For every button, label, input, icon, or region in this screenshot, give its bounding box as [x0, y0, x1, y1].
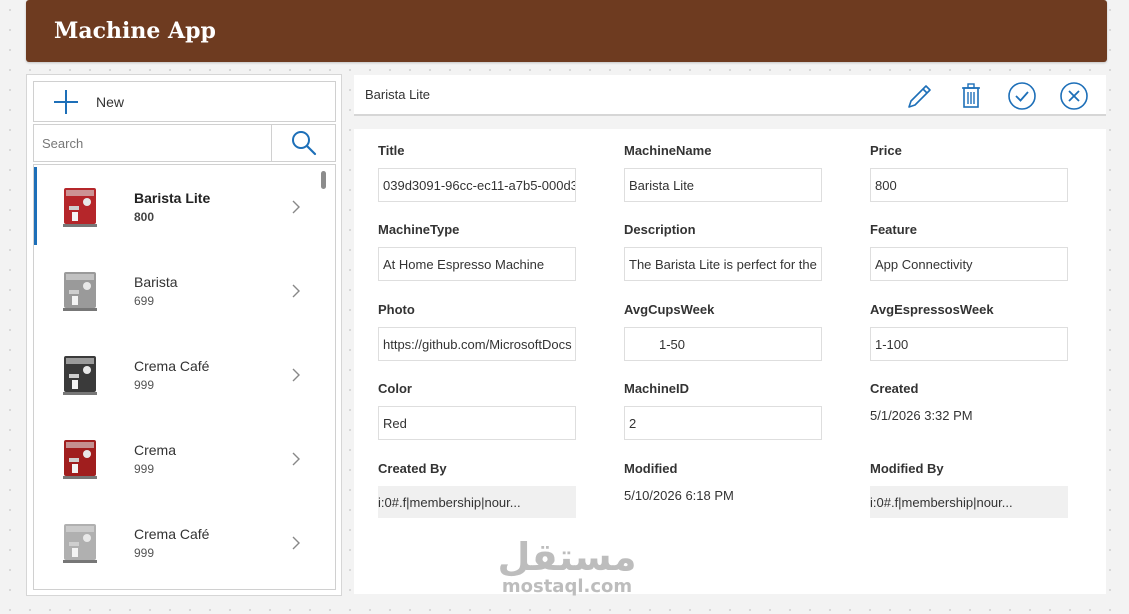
- new-button[interactable]: New: [33, 81, 336, 122]
- field-label: Modified By: [870, 461, 944, 476]
- field-modified: Modified 5/10/2026 6:18 PM: [624, 461, 824, 520]
- scrollbar-thumb[interactable]: [321, 171, 326, 189]
- field-machine-id: MachineID 2: [624, 381, 824, 440]
- list-item-title: Barista: [134, 274, 178, 290]
- list-item[interactable]: Barista Lite 800: [34, 165, 335, 249]
- field-label: MachineName: [624, 143, 712, 158]
- avg-espressos-week-input[interactable]: 1-100: [870, 327, 1068, 361]
- list-item-text: Crema Café 999: [134, 358, 294, 392]
- field-label: Created By: [378, 461, 447, 476]
- search-input[interactable]: [34, 125, 272, 161]
- field-label: Description: [624, 222, 696, 237]
- field-label: AvgCupsWeek: [624, 302, 715, 317]
- field-avg-espressos-week: AvgEspressosWeek 1-100: [870, 302, 1070, 361]
- field-label: Modified: [624, 461, 678, 476]
- list-item-text: Barista Lite 800: [134, 190, 294, 224]
- list-item-title: Crema Café: [134, 526, 210, 542]
- photo-input[interactable]: https://github.com/MicrosoftDocs: [378, 327, 576, 361]
- list-item[interactable]: Crema Café 999: [34, 501, 335, 585]
- field-created: Created 5/1/2026 3:32 PM: [870, 381, 1070, 440]
- edit-icon[interactable]: [904, 81, 934, 111]
- field-machine-name: MachineName Barista Lite: [624, 143, 824, 202]
- search-button[interactable]: [272, 125, 335, 161]
- list-item-price: 999: [134, 378, 155, 392]
- created-value: 5/1/2026 3:32 PM: [870, 408, 973, 423]
- feature-input[interactable]: App Connectivity: [870, 247, 1068, 281]
- machine-type-input[interactable]: At Home Espresso Machine: [378, 247, 576, 281]
- list-item[interactable]: Crema Café 999: [34, 333, 335, 417]
- check-icon[interactable]: [1007, 81, 1037, 111]
- list-item[interactable]: Crema 999: [34, 417, 335, 501]
- chevron-right-icon[interactable]: [290, 535, 302, 551]
- field-machine-type: MachineType At Home Espresso Machine: [378, 222, 578, 281]
- list-item-title: Crema: [134, 442, 177, 458]
- chevron-right-icon[interactable]: [290, 283, 302, 299]
- field-label: AvgEspressosWeek: [870, 302, 994, 317]
- field-label: Created: [870, 381, 919, 396]
- list-item-title: Barista Lite: [134, 190, 211, 206]
- list-item-price: 999: [134, 462, 155, 476]
- chevron-right-icon[interactable]: [290, 451, 302, 467]
- field-label: MachineType: [378, 222, 460, 237]
- color-input[interactable]: Red: [378, 406, 576, 440]
- list-item-price: 999: [134, 546, 155, 560]
- machine-form: Title 039d3091-96cc-ec11-a7b5-000d3a8e7c…: [354, 129, 1106, 594]
- machine-name-input[interactable]: Barista Lite: [624, 168, 822, 202]
- field-color: Color Red: [378, 381, 578, 440]
- field-avg-cups-week: AvgCupsWeek 1-50: [624, 302, 824, 361]
- search-bar: [33, 124, 336, 162]
- machine-gallery-panel: New Barista Lite 800 Barista 699 Crema Café 9…: [26, 74, 342, 596]
- watermark: مستقل mostaql.com: [497, 538, 637, 602]
- list-item-price: 699: [134, 294, 155, 308]
- detail-toolbar: Barista Lite: [354, 75, 1106, 116]
- watermark-latin: mostaql.com: [501, 576, 633, 597]
- field-photo: Photo https://github.com/MicrosoftDocs: [378, 302, 578, 361]
- field-title: Title 039d3091-96cc-ec11-a7b5-000d3a8e7c…: [378, 143, 578, 202]
- field-feature: Feature App Connectivity: [870, 222, 1070, 281]
- field-label: Price: [870, 143, 902, 158]
- field-label: Title: [378, 143, 405, 158]
- list-item-title: Crema Café: [134, 358, 210, 374]
- machine-photo: [63, 524, 97, 563]
- modified-by-value: i:0#.f|membership|nour...: [870, 486, 1068, 518]
- machine-photo: [63, 188, 97, 227]
- field-description: Description The Barista Lite is perfect …: [624, 222, 824, 281]
- list-item-text: Barista 699: [134, 274, 294, 308]
- field-label: MachineID: [624, 381, 690, 396]
- machine-photo: [63, 440, 97, 479]
- selection-indicator: [34, 167, 37, 245]
- field-price: Price 800: [870, 143, 1070, 202]
- search-icon: [291, 131, 316, 156]
- avg-cups-week-input[interactable]: 1-50: [624, 327, 822, 361]
- description-input[interactable]: The Barista Lite is perfect for the: [624, 247, 822, 281]
- chevron-right-icon[interactable]: [290, 367, 302, 383]
- list-item-text: Crema 999: [134, 442, 294, 476]
- close-icon[interactable]: [1059, 81, 1089, 111]
- field-label: Color: [378, 381, 412, 396]
- field-label: Feature: [870, 222, 917, 237]
- app-header: Machine App: [26, 0, 1107, 62]
- field-modified-by: Modified By i:0#.f|membership|nour...: [870, 461, 1070, 518]
- trash-icon[interactable]: [956, 81, 986, 111]
- field-created-by: Created By i:0#.f|membership|nour...: [378, 461, 578, 518]
- toolbar-title: Barista Lite: [365, 87, 431, 102]
- list-item-text: Crema Café 999: [134, 526, 294, 560]
- list-item[interactable]: Barista 699: [34, 249, 335, 333]
- machine-photo: [63, 356, 97, 395]
- watermark-arabic: مستقل: [497, 535, 637, 579]
- chevron-right-icon[interactable]: [290, 199, 302, 215]
- app-title: Machine App: [54, 18, 216, 44]
- machine-id-input[interactable]: 2: [624, 406, 822, 440]
- title-input[interactable]: 039d3091-96cc-ec11-a7b5-000d3a8e7c37: [378, 168, 576, 202]
- price-input[interactable]: 800: [870, 168, 1068, 202]
- modified-value: 5/10/2026 6:18 PM: [624, 488, 734, 503]
- machine-list[interactable]: Barista Lite 800 Barista 699 Crema Café 999 Cr…: [33, 164, 336, 590]
- machine-photo: [63, 272, 97, 311]
- created-by-value: i:0#.f|membership|nour...: [378, 486, 576, 518]
- new-button-label: New: [96, 93, 125, 110]
- plus-icon: [54, 89, 78, 114]
- list-item-price: 800: [134, 210, 155, 224]
- field-label: Photo: [378, 302, 415, 317]
